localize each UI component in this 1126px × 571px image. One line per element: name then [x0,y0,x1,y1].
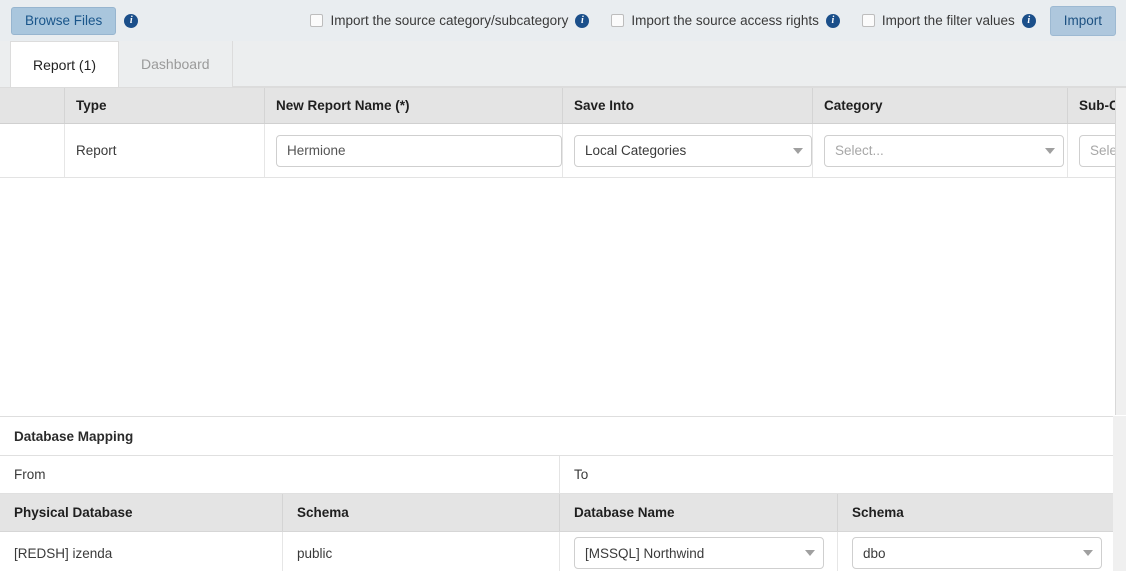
subcategory-dropdown[interactable]: Select... [1079,134,1116,167]
from-label: From [0,456,560,493]
browse-files-info-icon[interactable]: i [124,13,139,28]
browse-files-button[interactable]: Browse Files [11,6,117,35]
target-schema-value: dbo [863,545,886,561]
column-header-physical-database: Physical Database [0,494,283,531]
save-into-value: Local Categories [585,143,687,158]
category-value: Select... [835,143,884,158]
database-name-value: [MSSQL] Northwind [585,545,705,561]
column-header-new-report-name: New Report Name (*) [265,88,563,123]
source-schema-value: public [297,545,333,561]
column-header-category: Category [813,88,1068,123]
column-header-source-schema: Schema [283,494,560,531]
report-grid-empty-area [0,178,1115,414]
chevron-down-icon [805,550,815,556]
import-source-access-rights-checkbox[interactable] [611,14,625,27]
chevron-down-icon [793,147,803,154]
row-category-cell: Select... [813,124,1068,177]
database-mapping-fromto-row: From To [0,456,1113,494]
tab-dashboard[interactable]: Dashboard [119,41,233,87]
database-name-dropdown[interactable]: [MSSQL] Northwind [574,537,824,569]
report-grid: Type New Report Name (*) Save Into Categ… [0,88,1116,415]
import-button[interactable]: Import [1049,5,1116,36]
category-dropdown[interactable]: Select... [824,134,1064,167]
column-header-save-into: Save Into [563,88,813,123]
database-mapping-title: Database Mapping [0,417,1113,456]
report-grid-header: Type New Report Name (*) Save Into Categ… [0,88,1115,124]
physical-database-value: [REDSH] izenda [14,545,113,561]
row-select-cell[interactable] [0,124,65,177]
import-dialog: Browse Files i Import the source categor… [0,0,1126,571]
import-source-category-label: Import the source category/subcategory [330,13,569,28]
import-filter-values-group: Import the filter values i [861,13,1036,28]
row-save-into-cell: Local Categories [563,124,813,177]
column-header-subcategory: Sub-Ca [1068,88,1115,123]
import-filter-values-label: Import the filter values [881,13,1015,28]
chevron-down-icon [1083,550,1093,556]
save-into-dropdown[interactable]: Local Categories [574,134,812,167]
tab-bar: Report (1) Dashboard [0,41,1126,88]
to-label: To [574,467,589,482]
subcategory-value: Select... [1090,143,1116,158]
column-header-database-name: Database Name [560,494,838,531]
column-header-target-schema: Schema [852,505,904,520]
import-source-category-info-icon[interactable]: i [575,13,590,28]
report-grid-scrollbar[interactable] [1116,88,1126,415]
database-mapping-scrollbar[interactable] [1113,416,1126,571]
import-source-access-rights-group: Import the source access rights i [611,13,840,28]
row-type-cell: Report [65,124,265,177]
import-source-category-checkbox[interactable] [310,14,324,27]
database-mapping-header: Physical Database Schema Database Name S… [0,494,1113,532]
database-name-cell: [MSSQL] Northwind [560,532,838,571]
import-filter-values-info-icon[interactable]: i [1021,13,1036,28]
tab-bar-filler [232,41,1126,87]
row-type-value: Report [76,143,117,158]
import-source-category-group: Import the source category/subcategory i [310,13,590,28]
source-schema-cell: public [283,532,560,571]
column-header-type: Type [65,88,265,123]
table-row: Report Local Categories Select... Sele [0,124,1115,178]
target-schema-dropdown[interactable]: dbo [852,537,1102,569]
database-mapping-section: Database Mapping From To Physical Databa… [0,416,1113,571]
row-subcategory-cell: Select... [1068,124,1116,177]
physical-database-cell: [REDSH] izenda [0,532,283,571]
import-source-access-rights-label: Import the source access rights [631,13,819,28]
row-new-report-name-cell [265,124,563,177]
top-toolbar: Browse Files i Import the source categor… [0,0,1126,41]
target-schema-cell: dbo [838,532,1113,571]
import-filter-values-checkbox[interactable] [861,14,875,27]
tab-report[interactable]: Report (1) [10,41,120,87]
new-report-name-input[interactable] [276,134,562,167]
import-source-access-rights-info-icon[interactable]: i [825,13,840,28]
chevron-down-icon [1045,147,1055,154]
column-header-select [0,88,65,123]
table-row: [REDSH] izenda public [MSSQL] Northwind … [0,532,1113,571]
